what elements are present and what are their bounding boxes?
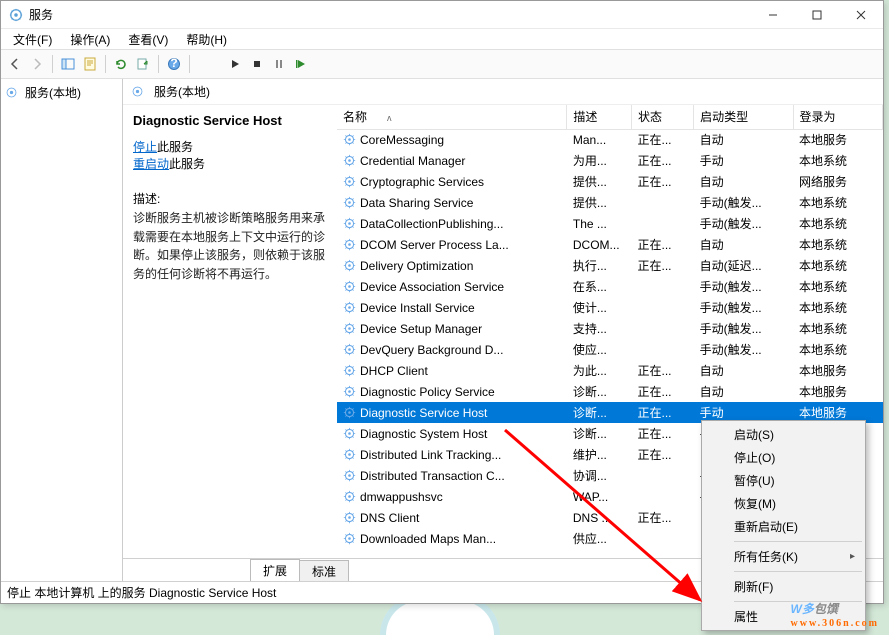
menu-bar: 文件(F) 操作(A) 查看(V) 帮助(H) <box>1 29 883 49</box>
service-icon <box>343 175 356 188</box>
table-row[interactable]: Device Setup Manager支持...手动(触发...本地系统 <box>337 318 883 339</box>
menu-view[interactable]: 查看(V) <box>120 29 176 50</box>
col-status[interactable]: 状态 <box>631 105 693 129</box>
ctx-pause[interactable]: 暂停(U) <box>704 469 863 492</box>
menu-help[interactable]: 帮助(H) <box>178 29 235 50</box>
service-icon <box>343 301 356 314</box>
status-text: 停止 本地计算机 上的服务 Diagnostic Service Host <box>7 584 276 601</box>
service-icon <box>343 196 356 209</box>
col-description[interactable]: 描述 <box>567 105 632 129</box>
menu-action[interactable]: 操作(A) <box>62 29 118 50</box>
service-icon <box>343 238 356 251</box>
toolbar-pause-service-button[interactable] <box>269 54 289 74</box>
tab-extended[interactable]: 扩展 <box>250 559 300 581</box>
service-icon <box>343 217 356 230</box>
services-app-icon <box>9 8 23 22</box>
sort-indicator-icon: ʌ <box>387 113 392 123</box>
services-node-icon <box>5 86 18 99</box>
details-header-label: 服务(本地) <box>154 83 210 100</box>
service-icon <box>343 511 356 524</box>
service-icon <box>343 427 356 440</box>
toolbar-help-button[interactable]: ? <box>164 54 184 74</box>
description-label: 描述: <box>133 190 327 207</box>
service-icon <box>343 448 356 461</box>
stop-service-link[interactable]: 停止 <box>133 140 157 154</box>
tree-root-label: 服务(本地) <box>25 84 81 101</box>
tab-standard[interactable]: 标准 <box>299 560 349 582</box>
table-row[interactable]: DevQuery Background D...使应...手动(触发...本地系… <box>337 339 883 360</box>
service-icon <box>343 343 356 356</box>
toolbar-stop-service-button[interactable] <box>247 54 267 74</box>
ctx-refresh[interactable]: 刷新(F) <box>704 575 863 598</box>
ctx-all-tasks[interactable]: 所有任务(K) <box>704 545 863 568</box>
service-icon <box>343 259 356 272</box>
toolbar-separator <box>105 55 106 73</box>
ctx-restart[interactable]: 重新启动(E) <box>704 515 863 538</box>
info-pane: Diagnostic Service Host 停止此服务 重启动此服务 描述:… <box>123 105 337 558</box>
table-row[interactable]: DataCollectionPublishing...The ...手动(触发.… <box>337 213 883 234</box>
toolbar-show-hide-button[interactable] <box>58 54 78 74</box>
window-title: 服务 <box>29 6 53 23</box>
toolbar-back-button[interactable] <box>5 54 25 74</box>
toolbar-restart-service-button[interactable] <box>291 54 311 74</box>
service-icon <box>343 385 356 398</box>
ctx-resume[interactable]: 恢复(M) <box>704 492 863 515</box>
tree-pane[interactable]: 服务(本地) <box>1 79 123 581</box>
table-row[interactable]: Device Association Service在系...手动(触发...本… <box>337 276 883 297</box>
service-icon <box>343 280 356 293</box>
service-icon <box>343 490 356 503</box>
restart-suffix: 此服务 <box>169 157 205 171</box>
toolbar-separator <box>158 55 159 73</box>
toolbar-refresh-button[interactable] <box>111 54 131 74</box>
window-maximize-button[interactable] <box>795 1 839 29</box>
toolbar-start-service-button[interactable] <box>225 54 245 74</box>
service-icon <box>343 322 356 335</box>
toolbar-forward-button[interactable] <box>27 54 47 74</box>
ctx-stop[interactable]: 停止(O) <box>704 446 863 469</box>
tree-root[interactable]: 服务(本地) <box>3 83 120 102</box>
table-row[interactable]: Data Sharing Service提供...手动(触发...本地系统 <box>337 192 883 213</box>
table-row[interactable]: DHCP Client为此...正在...自动本地服务 <box>337 360 883 381</box>
ctx-separator <box>734 541 862 542</box>
table-row[interactable]: Delivery Optimization执行...正在...自动(延迟...本… <box>337 255 883 276</box>
ctx-separator <box>734 571 862 572</box>
service-icon <box>343 469 356 482</box>
service-icon <box>343 532 356 545</box>
details-header: 服务(本地) <box>123 79 883 105</box>
service-icon <box>343 133 356 146</box>
table-row[interactable]: Credential Manager为用...正在...手动本地系统 <box>337 150 883 171</box>
toolbar-separator <box>52 55 53 73</box>
service-description: 诊断服务主机被诊断策略服务用来承载需要在本地服务上下文中运行的诊断。如果停止该服… <box>133 209 327 283</box>
window-minimize-button[interactable] <box>751 1 795 29</box>
watermark: W多包馔 www.306n.com <box>791 597 879 629</box>
menu-file[interactable]: 文件(F) <box>5 29 60 50</box>
table-row[interactable]: DCOM Server Process La...DCOM...正在...自动本… <box>337 234 883 255</box>
service-icon <box>343 406 356 419</box>
ctx-start[interactable]: 启动(S) <box>704 423 863 446</box>
window-close-button[interactable] <box>839 1 883 29</box>
toolbar: ? <box>1 49 883 79</box>
title-bar[interactable]: 服务 <box>1 1 883 29</box>
table-row[interactable]: Device Install Service使计...手动(触发...本地系统 <box>337 297 883 318</box>
table-row[interactable]: Cryptographic Services提供...正在...自动网络服务 <box>337 171 883 192</box>
toolbar-separator <box>189 55 190 73</box>
stop-suffix: 此服务 <box>157 140 193 154</box>
toolbar-properties-button[interactable] <box>80 54 100 74</box>
selected-service-title: Diagnostic Service Host <box>133 113 327 128</box>
table-row[interactable]: CoreMessagingMan...正在...自动本地服务 <box>337 129 883 150</box>
restart-service-link[interactable]: 重启动 <box>133 157 169 171</box>
col-startup[interactable]: 启动类型 <box>694 105 793 129</box>
svg-text:?: ? <box>170 57 177 70</box>
service-icon <box>343 364 356 377</box>
col-logon[interactable]: 登录为 <box>793 105 882 129</box>
table-row[interactable]: Diagnostic Policy Service诊断...正在...自动本地服… <box>337 381 883 402</box>
col-name[interactable]: 名称 ʌ <box>337 105 567 129</box>
toolbar-export-button[interactable] <box>133 54 153 74</box>
service-icon <box>343 154 356 167</box>
services-header-icon <box>131 85 144 98</box>
